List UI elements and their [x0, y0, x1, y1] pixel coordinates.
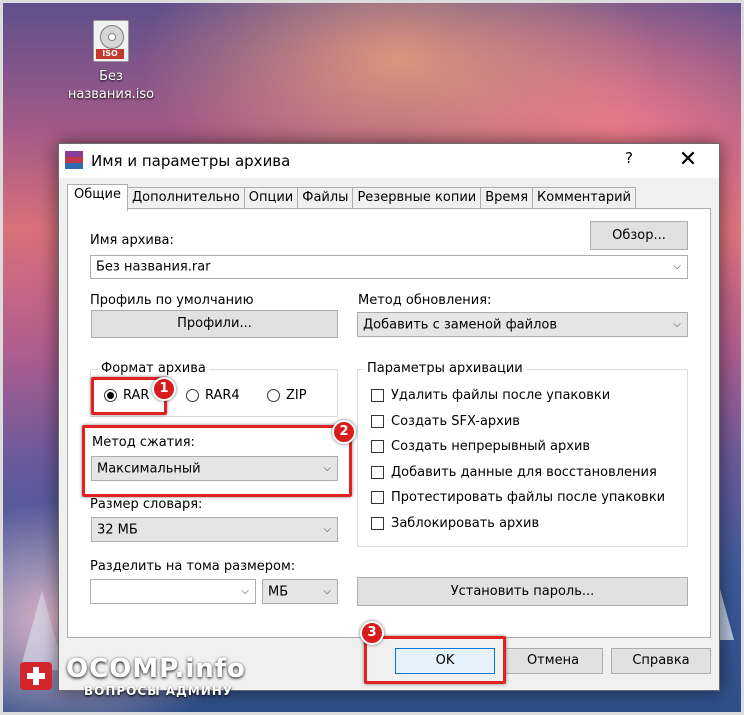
- tab-comment[interactable]: Комментарий: [532, 187, 636, 210]
- tab-options[interactable]: Опции: [243, 187, 299, 210]
- desktop-file-label-line2: названия.iso: [67, 87, 155, 102]
- split-unit-select[interactable]: МБ ⌵: [262, 579, 338, 604]
- browse-button[interactable]: Обзор...: [590, 221, 688, 250]
- annotation-badge-2: 2: [332, 420, 356, 444]
- update-method-select[interactable]: Добавить с заменой файлов ⌵: [357, 312, 688, 337]
- chevron-down-icon: ⌵: [673, 318, 681, 330]
- checkbox-icon: [371, 389, 384, 402]
- recovery-record-checkbox[interactable]: Добавить данные для восстановления: [371, 464, 671, 482]
- checkbox-icon: [371, 517, 384, 530]
- checkbox-icon: [371, 440, 384, 453]
- general-tab-panel: Имя архива: Обзор... Без названия.rar ⌵ …: [67, 208, 711, 638]
- chevron-down-icon: ⌵: [323, 585, 331, 597]
- watermark-name: OCOMP.info: [66, 654, 246, 684]
- winrar-icon: [65, 151, 83, 169]
- delete-after-pack-checkbox[interactable]: Удалить файлы после упаковки: [371, 387, 671, 405]
- update-method-value: Добавить с заменой файлов: [363, 317, 558, 332]
- format-rar4-radio[interactable]: RAR4: [186, 387, 256, 405]
- tab-time[interactable]: Время: [480, 187, 534, 210]
- create-sfx-checkbox[interactable]: Создать SFX-архив: [371, 413, 671, 431]
- dialog-title: Имя и параметры архива: [91, 152, 291, 170]
- tab-advanced[interactable]: Дополнительно: [126, 187, 245, 210]
- checkbox-icon: [371, 491, 384, 504]
- tab-general[interactable]: Общие: [67, 184, 128, 211]
- split-volumes-label: Разделить на тома размером:: [90, 559, 296, 574]
- desktop-file-iso[interactable]: ISO Без названия.iso: [56, 20, 166, 104]
- set-password-button[interactable]: Установить пароль...: [357, 577, 688, 606]
- dictionary-size-value: 32 МБ: [97, 522, 138, 537]
- archiving-options-title: Параметры архивации: [364, 361, 526, 376]
- archive-format-title: Формат архива: [98, 361, 209, 376]
- tab-backup[interactable]: Резервные копии: [352, 187, 482, 210]
- tab-files[interactable]: Файлы: [297, 187, 354, 210]
- archive-name-value: Без названия.rar: [96, 259, 211, 275]
- dictionary-size-label: Размер словаря:: [90, 497, 203, 512]
- split-unit-value: МБ: [268, 584, 289, 599]
- radio-unchecked-icon: [267, 389, 280, 402]
- split-volumes-combobox[interactable]: ⌵: [90, 579, 256, 604]
- highlight-ok-button: [364, 636, 506, 684]
- help-icon[interactable]: ?: [619, 149, 639, 171]
- default-profile-label: Профиль по умолчанию: [90, 293, 254, 308]
- cancel-button[interactable]: Отмена: [503, 648, 603, 674]
- archive-name-combobox[interactable]: Без названия.rar ⌵: [90, 255, 688, 279]
- tab-strip: Общие Дополнительно Опции Файлы Резервны…: [67, 184, 636, 211]
- plus-logo-icon: [20, 662, 52, 690]
- annotation-badge-1: 1: [152, 377, 176, 401]
- chevron-down-icon: ⌵: [673, 260, 681, 272]
- update-method-label: Метод обновления:: [358, 293, 492, 308]
- test-files-checkbox[interactable]: Протестировать файлы после упаковки: [371, 489, 681, 507]
- format-zip-radio[interactable]: ZIP: [267, 387, 327, 405]
- chevron-down-icon: ⌵: [323, 523, 331, 535]
- desktop-file-label-line1: Без: [99, 69, 123, 84]
- close-icon[interactable]: ✕: [673, 146, 703, 174]
- help-button[interactable]: Справка: [611, 648, 711, 674]
- disc-image-icon: ISO: [93, 20, 129, 62]
- radio-unchecked-icon: [186, 389, 199, 402]
- highlight-compression-method: [82, 425, 352, 497]
- profiles-button[interactable]: Профили...: [91, 310, 338, 338]
- lock-archive-checkbox[interactable]: Заблокировать архив: [371, 515, 671, 533]
- chevron-down-icon: ⌵: [241, 585, 249, 597]
- checkbox-icon: [371, 415, 384, 428]
- dictionary-size-select[interactable]: 32 МБ ⌵: [91, 517, 338, 542]
- checkbox-icon: [371, 466, 384, 479]
- site-watermark: OCOMP.info ВОПРОСЫ АДМИНУ: [18, 652, 245, 702]
- watermark-tagline: ВОПРОСЫ АДМИНУ: [84, 684, 234, 698]
- archive-settings-dialog: Имя и параметры архива ? ✕ Общие Дополни…: [58, 143, 720, 691]
- archive-name-label: Имя архива:: [90, 233, 174, 248]
- annotation-badge-3: 3: [360, 621, 384, 645]
- title-bar: Имя и параметры архива ? ✕: [59, 144, 719, 178]
- solid-archive-checkbox[interactable]: Создать непрерывный архив: [371, 438, 671, 456]
